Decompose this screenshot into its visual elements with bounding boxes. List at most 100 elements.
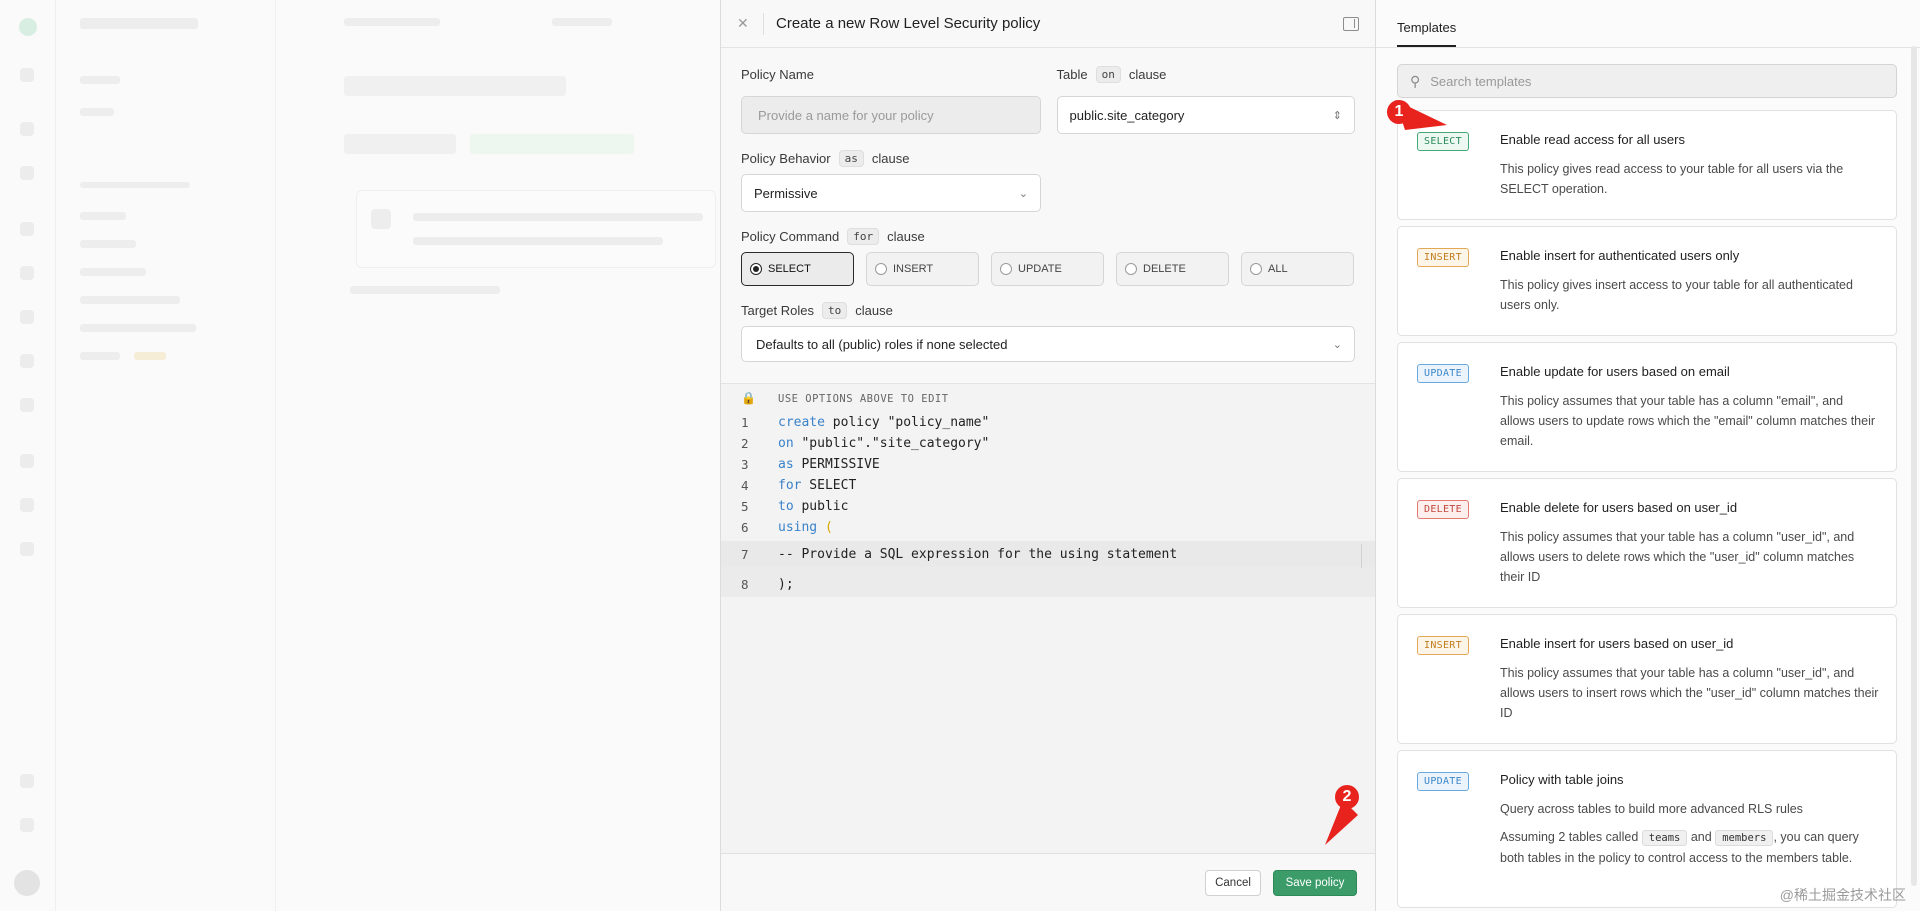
template-card[interactable]: INSERT Enable insert for authenticated u… — [1397, 226, 1897, 336]
nav-icon — [20, 166, 34, 180]
template-search[interactable]: ⚲ — [1397, 64, 1897, 98]
policy-form: Policy Name Provide a name for your poli… — [721, 65, 1375, 362]
operation-badge: SELECT — [1417, 132, 1469, 151]
sql-keyword-chip: for — [847, 227, 880, 245]
code-line: for SELECT — [778, 478, 857, 493]
radio-icon — [1000, 263, 1012, 275]
code-line: create policy "policy_name" — [778, 415, 990, 430]
operation-badge: UPDATE — [1417, 364, 1469, 383]
template-description: This policy gives insert access to your … — [1500, 278, 1853, 312]
annotation-marker-2: 2 — [1335, 785, 1359, 809]
chevron-up-down-icon: ⇕ — [1332, 109, 1342, 122]
line-number: 8 — [741, 577, 749, 592]
tab-templates[interactable]: Templates — [1397, 20, 1457, 47]
template-title: Enable update for users based on email — [1500, 364, 1730, 379]
code-hint: USE OPTIONS ABOVE TO EDIT — [778, 393, 949, 405]
template-search-input[interactable] — [1430, 73, 1851, 89]
template-description: This policy assumes that your table has … — [1500, 666, 1879, 720]
operation-badge: DELETE — [1417, 500, 1469, 519]
radio-icon — [875, 263, 887, 275]
template-title: Enable delete for users based on user_id — [1500, 500, 1738, 515]
table-select[interactable]: public.site_category ⇕ — [1056, 96, 1355, 134]
table-label: Table on clause — [1056, 65, 1167, 83]
template-title: Enable insert for authenticated users on… — [1500, 248, 1740, 263]
template-card[interactable]: DELETE Enable delete for users based on … — [1397, 478, 1897, 608]
nav-icon — [20, 310, 34, 324]
command-option-update[interactable]: UPDATE — [991, 252, 1104, 286]
background-nav-rail — [0, 0, 56, 911]
policy-name-label: Policy Name — [741, 66, 814, 82]
line-number: 5 — [741, 499, 749, 514]
code-line-editable[interactable]: -- Provide a SQL expression for the usin… — [778, 547, 1177, 562]
radio-icon — [1125, 263, 1137, 275]
table-select-value: public.site_category — [1069, 107, 1185, 123]
operation-badge: INSERT — [1417, 636, 1469, 655]
divider — [763, 12, 764, 35]
template-description: This policy gives read access to your ta… — [1500, 162, 1844, 196]
background-app — [0, 0, 720, 911]
template-title: Enable read access for all users — [1500, 132, 1685, 147]
command-option-delete[interactable]: DELETE — [1116, 252, 1229, 286]
save-policy-button[interactable]: Save policy — [1273, 870, 1357, 896]
nav-icon — [20, 222, 34, 236]
code-chip: members — [1715, 830, 1774, 846]
search-icon: ⚲ — [1410, 72, 1421, 89]
target-roles-label: Target Roles to clause — [741, 301, 893, 319]
policy-behavior-label: Policy Behavior as clause — [741, 149, 910, 167]
line-number: 4 — [741, 478, 749, 493]
template-description: This policy assumes that your table has … — [1500, 530, 1855, 584]
editor-footer: Cancel Save policy — [721, 853, 1375, 911]
code-line: ); — [778, 577, 794, 592]
target-roles-select[interactable]: Defaults to all (public) roles if none s… — [741, 326, 1355, 362]
avatar — [14, 870, 40, 896]
policy-editor-panel: ✕ Create a new Row Level Security policy… — [720, 0, 1376, 911]
command-option-select[interactable]: SELECT — [741, 252, 854, 286]
code-line: using ( — [778, 520, 833, 535]
editor-title: Create a new Row Level Security policy — [776, 15, 1041, 32]
scrollbar[interactable] — [1911, 46, 1917, 886]
nav-icon — [20, 68, 34, 82]
code-line: on "public"."site_category" — [778, 436, 990, 451]
nav-icon — [20, 818, 34, 832]
operation-badge: INSERT — [1417, 248, 1469, 267]
radio-selected-icon — [750, 263, 762, 275]
radio-icon — [1250, 263, 1262, 275]
line-number: 3 — [741, 457, 749, 472]
template-card[interactable]: SELECT Enable read access for all users … — [1397, 110, 1897, 220]
line-number: 2 — [741, 436, 749, 451]
policy-behavior-value: Permissive — [754, 185, 818, 201]
template-title: Policy with table joins — [1500, 772, 1624, 787]
policy-name-input[interactable]: Provide a name for your policy — [741, 96, 1041, 134]
command-option-all[interactable]: ALL — [1241, 252, 1354, 286]
lock-icon: 🔒 — [741, 391, 756, 405]
nav-icon — [20, 354, 34, 368]
policy-behavior-select[interactable]: Permissive ⌄ — [741, 174, 1041, 212]
cancel-button[interactable]: Cancel — [1205, 870, 1261, 896]
code-line-highlight — [721, 567, 1375, 597]
nav-icon — [20, 542, 34, 556]
sql-code-preview: 🔒 USE OPTIONS ABOVE TO EDIT 1 create pol… — [721, 383, 1375, 853]
line-number: 1 — [741, 415, 749, 430]
template-description-detail: Assuming 2 tables called teams and membe… — [1500, 830, 1859, 865]
template-card[interactable]: UPDATE Enable update for users based on … — [1397, 342, 1897, 472]
annotation-marker-1: 1 — [1387, 100, 1411, 124]
nav-icon — [20, 454, 34, 468]
template-description: Query across tables to build more advanc… — [1500, 802, 1803, 816]
target-roles-value: Defaults to all (public) roles if none s… — [756, 336, 1008, 352]
policy-command-label: Policy Command for clause — [741, 227, 925, 245]
sql-keyword-chip: to — [821, 301, 848, 319]
template-card[interactable]: INSERT Enable insert for users based on … — [1397, 614, 1897, 744]
policy-command-radio-group: SELECT INSERT UPDATE DELETE ALL — [741, 252, 1355, 286]
command-option-insert[interactable]: INSERT — [866, 252, 979, 286]
operation-badge: UPDATE — [1417, 772, 1469, 791]
nav-icon — [20, 266, 34, 280]
logo-icon — [19, 18, 37, 36]
code-chip: teams — [1641, 830, 1688, 846]
code-line: as PERMISSIVE — [778, 457, 880, 472]
sql-keyword-chip: as — [838, 149, 864, 167]
template-description: This policy assumes that your table has … — [1500, 394, 1876, 448]
toggle-templates-panel-icon[interactable] — [1343, 16, 1359, 31]
watermark: @稀土掘金技术社区 — [1779, 887, 1906, 903]
close-icon[interactable]: ✕ — [737, 15, 753, 32]
editor-header: ✕ Create a new Row Level Security policy — [721, 0, 1375, 48]
